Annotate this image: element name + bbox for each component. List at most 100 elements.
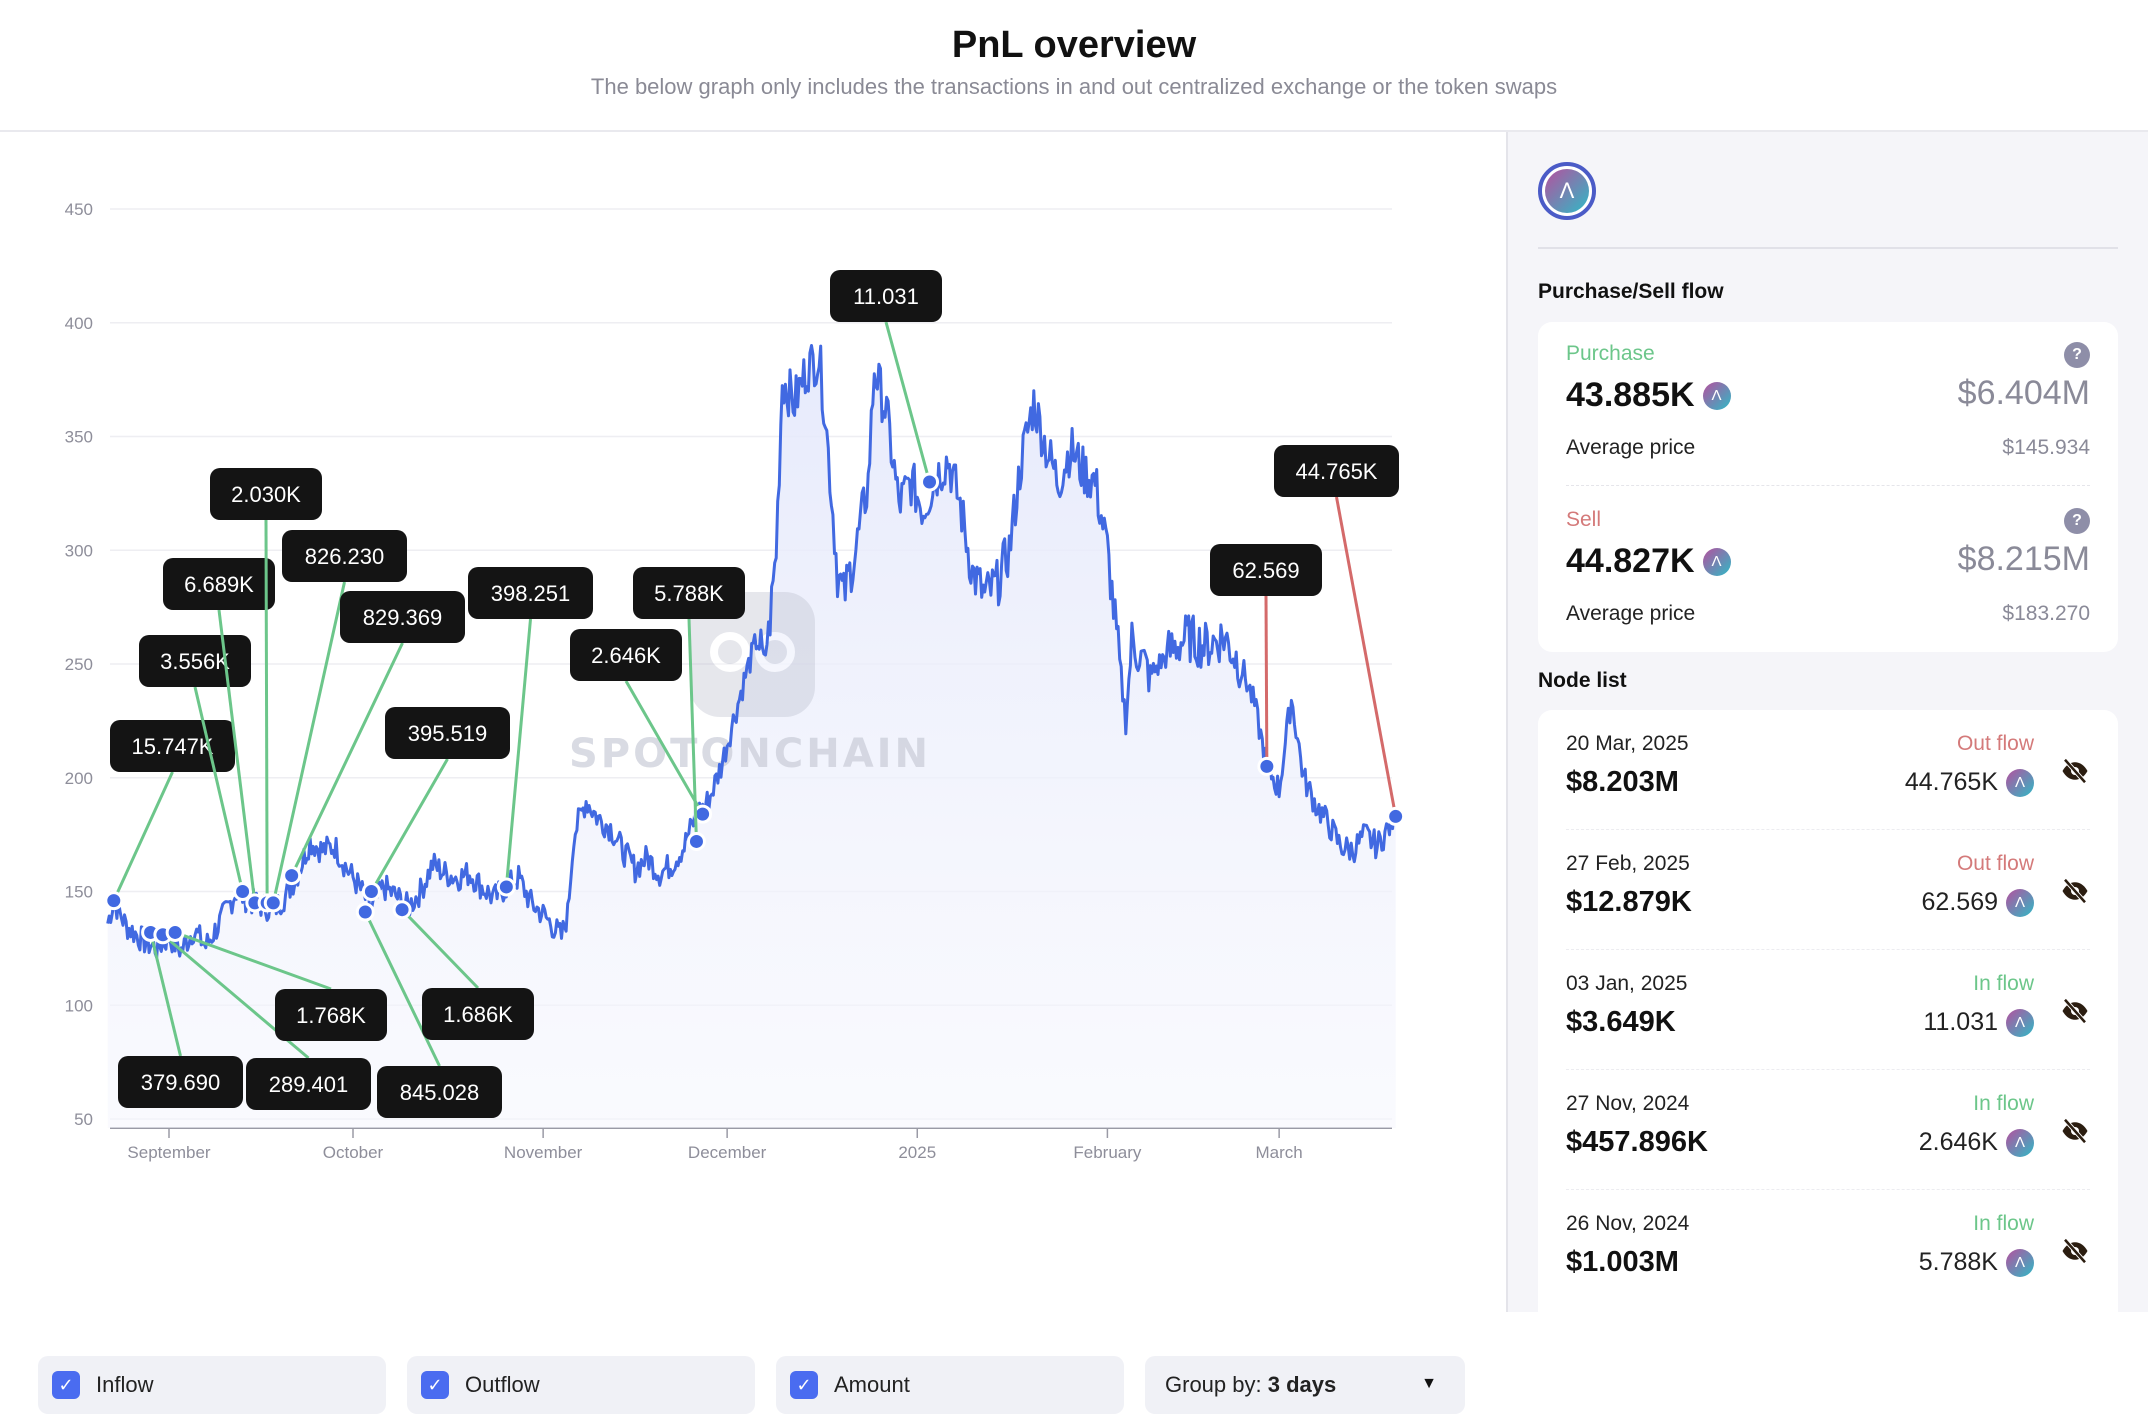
sell-avg-value: $183.270 (2002, 602, 2090, 625)
node-date: 03 Jan, 2025 (1566, 972, 1688, 995)
node-usd-value: $12.879K (1566, 886, 1692, 918)
annotation-label: 1.768K (296, 1003, 366, 1028)
aave-token-icon: Λ (2006, 888, 2034, 917)
annotation-label: 829.369 (363, 605, 443, 630)
inflow-label: Inflow (96, 1372, 154, 1397)
y-tick-label: 400 (65, 314, 93, 333)
eye-slash-icon[interactable] (2060, 876, 2090, 906)
annotation-leader (264, 519, 269, 903)
y-tick-label: 50 (74, 1110, 93, 1129)
page-subtitle: The below graph only includes the transa… (590, 74, 1558, 99)
annotation-label: 44.765K (1296, 459, 1378, 484)
node-amount: 11.031 Λ (1923, 1008, 2034, 1037)
annotation-point (282, 866, 302, 886)
node-flow-type: In flow (1973, 972, 2034, 995)
annotation-label: 845.028 (400, 1080, 480, 1105)
aave-token-icon: Λ (2006, 1008, 2034, 1037)
node-list-item[interactable]: 27 Nov, 2024 $457.896K In flow 2.646K Λ (1566, 1070, 2090, 1190)
node-usd-value: $8.203M (1566, 766, 1679, 798)
y-tick-label: 150 (65, 883, 93, 902)
annotation-leader (1335, 496, 1398, 817)
x-tick-label: February (1073, 1143, 1142, 1162)
annotation-label: 398.251 (491, 581, 571, 606)
help-icon[interactable]: ? (2064, 508, 2090, 534)
x-tick-label: October (323, 1143, 384, 1162)
group-by-label: Group by: 3 days (1165, 1372, 1337, 1397)
amount-checkbox[interactable]: ✓ (790, 1371, 818, 1399)
sell-avg-label: Average price (1566, 602, 1696, 625)
amount-toggle[interactable]: ✓ Amount (776, 1356, 1124, 1414)
annotation-point (165, 922, 185, 942)
node-list-item[interactable]: 26 Nov, 2024 $1.003M In flow 5.788K Λ (1566, 1190, 2090, 1310)
node-flow-type: In flow (1973, 1092, 2034, 1115)
annotation-label: 15.747K (132, 734, 214, 759)
node-list-item[interactable]: 03 Jan, 2025 $3.649K In flow 11.031 Λ (1566, 950, 2090, 1070)
node-date: 20 Mar, 2025 (1566, 732, 1689, 755)
chart-area: 50 100 150 200 250 300 350 400 450 September Octob… (0, 132, 1506, 1414)
node-list-title: Node list (1538, 669, 1627, 692)
node-amount: 62.569 Λ (1922, 888, 2034, 917)
node-list: 20 Mar, 2025 $8.203M Out flow 44.765K Λ 27 Fe… (1538, 710, 2118, 1312)
outflow-toggle[interactable]: ✓ Outflow (407, 1356, 755, 1414)
x-tick-label: December (688, 1143, 767, 1162)
annotation-label: 289.401 (269, 1072, 349, 1097)
annotation-point (263, 893, 283, 913)
watermark-text: SPOTONCHAIN (569, 731, 931, 777)
aave-token-icon: Λ (2006, 1248, 2034, 1277)
annotation-label: 395.519 (408, 721, 488, 746)
y-tick-label: 250 (65, 655, 93, 674)
annotation-leader (504, 618, 532, 888)
purchase-avg-value: $145.934 (2002, 436, 2090, 459)
eye-slash-icon[interactable] (2060, 1236, 2090, 1266)
annotation-point (361, 882, 381, 901)
sell-label: Sell (1566, 508, 1602, 531)
page-title: PnL overview (951, 24, 1197, 66)
x-tick-label: 2025 (898, 1143, 936, 1162)
annotation-point (355, 902, 375, 922)
annotation-point (496, 877, 516, 897)
aave-token-icon: Λ (1702, 547, 1731, 576)
node-usd-value: $1.003M (1566, 1246, 1679, 1278)
annotation-leader (193, 686, 245, 892)
annotation-point (104, 891, 124, 911)
inflow-toggle[interactable]: ✓ Inflow (38, 1356, 386, 1414)
node-date: 26 Nov, 2024 (1566, 1212, 1690, 1235)
purchase-block: Purchase ? 43.885K Λ $6.404M Average pric… (1566, 342, 2090, 482)
purchase-label: Purchase (1566, 342, 1655, 365)
node-flow-type: Out flow (1956, 852, 2034, 875)
group-by-dropdown[interactable]: Group by: 3 days ▼ (1145, 1356, 1465, 1414)
pnl-chart[interactable]: 50 100 150 200 250 300 350 400 450 September Octob… (0, 132, 1506, 1192)
aave-token-icon: Λ (2006, 768, 2034, 797)
card-separator (1566, 485, 2090, 486)
eye-slash-icon[interactable] (2060, 996, 2090, 1026)
node-list-item[interactable]: 20 Mar, 2025 $8.203M Out flow 44.765K Λ (1566, 710, 2090, 830)
help-icon[interactable]: ? (2064, 342, 2090, 368)
sell-usd: $8.215M (1957, 540, 2090, 578)
annotation-point (1386, 806, 1406, 826)
purchase-sell-title: Purchase/Sell flow (1538, 280, 1724, 303)
node-usd-value: $457.896K (1566, 1126, 1708, 1158)
annotation-label: 11.031 (853, 284, 919, 309)
node-amount: 2.646K Λ (1919, 1128, 2034, 1157)
annotation-label: 379.690 (141, 1070, 221, 1095)
eye-slash-icon[interactable] (2060, 756, 2090, 786)
annotation-label: 6.689K (184, 572, 254, 597)
annotation-point (686, 831, 706, 851)
x-tick-label: November (504, 1143, 583, 1162)
aave-token-icon: Λ (2006, 1128, 2034, 1157)
sell-amount: 44.827K Λ (1566, 542, 1731, 581)
y-tick-label: 450 (65, 200, 93, 219)
page-header: PnL overview The below graph only includ… (0, 0, 2148, 132)
purchase-sell-card: Purchase ? 43.885K Λ $6.404M Average pric… (1538, 322, 2118, 652)
purchase-amount: 43.885K Λ (1566, 376, 1731, 415)
eye-slash-icon[interactable] (2060, 1116, 2090, 1146)
annotation-label: 5.788K (654, 581, 724, 606)
node-list-item[interactable]: 27 Feb, 2025 $12.879K Out flow 62.569 Λ (1566, 830, 2090, 950)
aave-token-icon: Λ (1538, 162, 1596, 220)
inflow-checkbox[interactable]: ✓ (52, 1371, 80, 1399)
annotation-label: 2.030K (231, 482, 301, 507)
node-amount: 44.765K Λ (1905, 768, 2034, 797)
sidebar-divider (1538, 247, 2118, 249)
annotation-point (392, 900, 412, 920)
outflow-checkbox[interactable]: ✓ (421, 1371, 449, 1399)
